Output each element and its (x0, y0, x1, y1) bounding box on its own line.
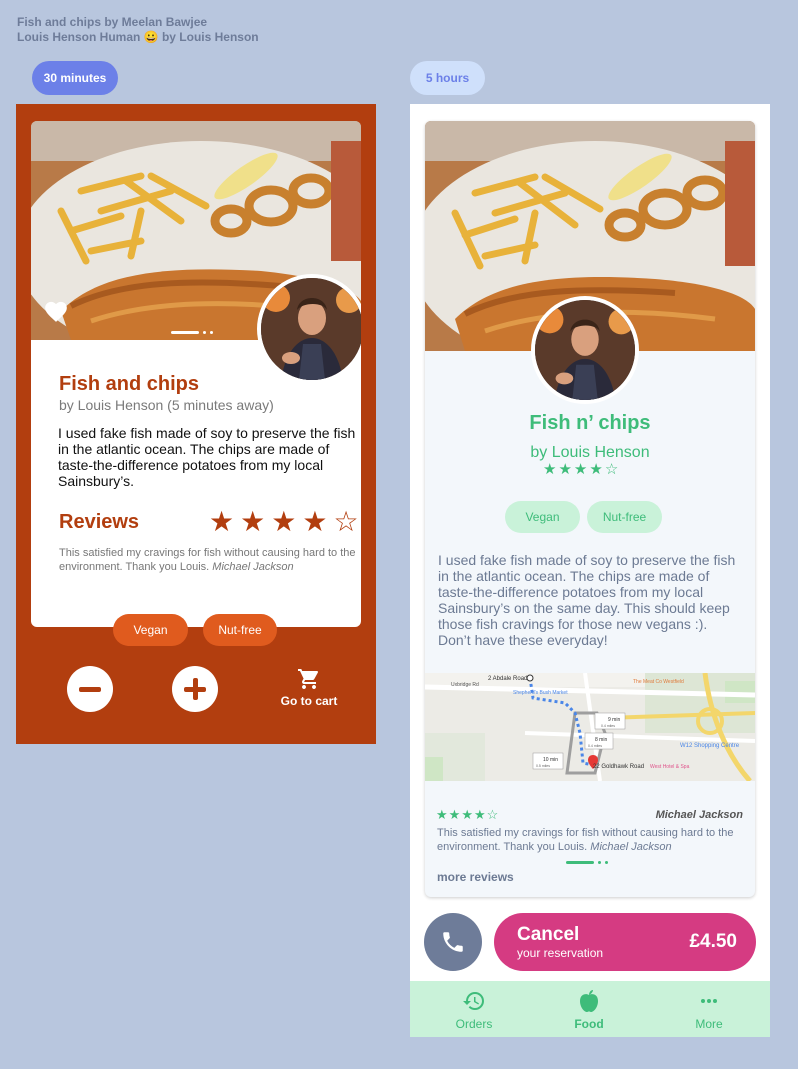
review-text: This satisfied my cravings for fish with… (437, 826, 742, 854)
cart-label: Go to cart (280, 694, 338, 708)
heart-icon[interactable] (43, 299, 69, 323)
dish-byline: by Louis Henson (5 minutes away) (59, 397, 274, 413)
nav-food-label: Food (574, 1017, 604, 1031)
reviewer-name: Michael Jackson (655, 809, 743, 821)
rating-stars: ★ ★ ★ ★ ☆ (543, 461, 618, 479)
svg-text:9 min: 9 min (608, 717, 620, 723)
go-to-cart-button[interactable]: Go to cart (272, 667, 346, 708)
nav-orders-label: Orders (455, 1017, 493, 1031)
star-icon: ★ (448, 807, 461, 822)
review-text: This satisfied my cravings for fish with… (59, 546, 361, 574)
increase-quantity-button[interactable] (172, 666, 218, 712)
phone-icon (443, 932, 463, 952)
dish-title: Fish n’ chips (529, 412, 651, 434)
carousel-indicator (171, 331, 213, 334)
bottom-navigation: Orders Food More (410, 981, 770, 1037)
credits-line-1: Fish and chips by Meelan Bawjee (17, 15, 208, 29)
review-body: This satisfied my cravings for fish with… (437, 827, 734, 853)
svg-text:Uxbridge Rd: Uxbridge Rd (451, 682, 479, 688)
dish-description: I used fake fish made of soy to preserve… (58, 425, 356, 489)
dish-title: Fish and chips (59, 373, 200, 395)
chef-avatar[interactable] (531, 296, 639, 404)
star-icon: ★ (558, 461, 572, 478)
svg-text:The Meat Co Westfield: The Meat Co Westfield (633, 679, 684, 685)
nav-food[interactable]: Food (549, 989, 629, 1031)
star-icon: ★ (461, 807, 473, 822)
star-outline-icon: ☆ (333, 506, 359, 537)
more-dots-icon (701, 999, 717, 1003)
dish-byline: by Louis Henson (530, 444, 650, 461)
nav-orders[interactable]: Orders (434, 989, 514, 1031)
review-author: Michael Jackson (590, 841, 672, 853)
star-icon: ★ (543, 461, 557, 478)
svg-text:8 min: 8 min (595, 737, 607, 743)
credits-line-2: Louis Henson Human 😀 by Louis Henson (17, 30, 259, 44)
more-reviews-link[interactable]: more reviews (437, 870, 514, 884)
apple-icon (580, 990, 598, 1012)
time-label-30-minutes: 30 minutes (32, 61, 118, 95)
credits: Fish and chips by Meelan Bawjee Louis He… (17, 15, 259, 45)
tag-vegan[interactable]: Vegan (505, 501, 580, 533)
star-icon: ★ (473, 807, 486, 822)
time-label-5-hours: 5 hours (410, 61, 485, 95)
svg-text:West Hotel & Spa: West Hotel & Spa (650, 764, 690, 770)
right-phone-screen: Fish n’ chips by Louis Henson ★ ★ ★ ★ ☆ … (410, 104, 770, 1037)
chef-avatar[interactable] (257, 274, 361, 384)
star-icon: ★ (209, 506, 235, 537)
dish-card: Fish and chips by Louis Henson (5 minute… (31, 121, 361, 627)
nav-more-label: More (695, 1017, 723, 1031)
star-outline-icon: ☆ (486, 807, 499, 822)
tag-nut-free[interactable]: Nut-free (587, 501, 662, 533)
call-button[interactable] (424, 913, 482, 971)
reviews-heading: Reviews (59, 511, 140, 533)
star-icon: ★ (436, 807, 448, 822)
svg-text:2 Abdale Road: 2 Abdale Road (488, 676, 527, 682)
cancel-subtitle: your reservation (517, 946, 604, 960)
history-icon (463, 992, 484, 1010)
svg-text:W12 Shopping Centre: W12 Shopping Centre (680, 743, 740, 749)
star-icon: ★ (271, 506, 297, 537)
location-map[interactable]: 2 Abdale Road 22 Goldhawk Road The Meat … (425, 673, 755, 781)
star-icon: ★ (240, 506, 266, 537)
tag-nut-free[interactable]: Nut-free (203, 614, 277, 646)
svg-text:0.4 miles: 0.4 miles (588, 744, 602, 748)
review-body: This satisfied my cravings for fish with… (59, 547, 356, 573)
svg-text:0.5 miles: 0.5 miles (536, 764, 550, 768)
cancel-reservation-button[interactable]: Cancel your reservation £4.50 (494, 913, 756, 971)
nav-more[interactable]: More (669, 989, 749, 1031)
svg-text:Shepherd's Bush Market: Shepherd's Bush Market (513, 690, 568, 696)
cart-icon (298, 669, 319, 689)
cancel-title: Cancel (517, 924, 580, 945)
tag-vegan[interactable]: Vegan (113, 614, 188, 646)
star-icon: ★ (589, 461, 603, 478)
decrease-quantity-button[interactable] (67, 666, 113, 712)
rating-stars: ★ ★ ★ ★ ☆ (209, 507, 359, 537)
star-icon: ★ (573, 461, 588, 478)
star-icon: ★ (302, 506, 328, 537)
left-phone-screen: Fish and chips by Louis Henson (5 minute… (16, 104, 376, 744)
svg-text:0.4 miles: 0.4 miles (601, 724, 615, 728)
review-author: Michael Jackson (212, 561, 294, 573)
review-carousel-indicator (566, 861, 608, 864)
minus-icon (79, 686, 101, 692)
svg-text:22 Goldhawk Road: 22 Goldhawk Road (593, 764, 644, 770)
review-rating-stars: ★ ★ ★ ★ ☆ (436, 807, 498, 823)
dish-description: I used fake fish made of soy to preserve… (438, 552, 736, 648)
price: £4.50 (689, 931, 737, 952)
dish-card-detail: Fish n’ chips by Louis Henson ★ ★ ★ ★ ☆ … (425, 121, 755, 897)
svg-text:10 min: 10 min (543, 757, 558, 763)
star-outline-icon: ☆ (604, 461, 619, 478)
